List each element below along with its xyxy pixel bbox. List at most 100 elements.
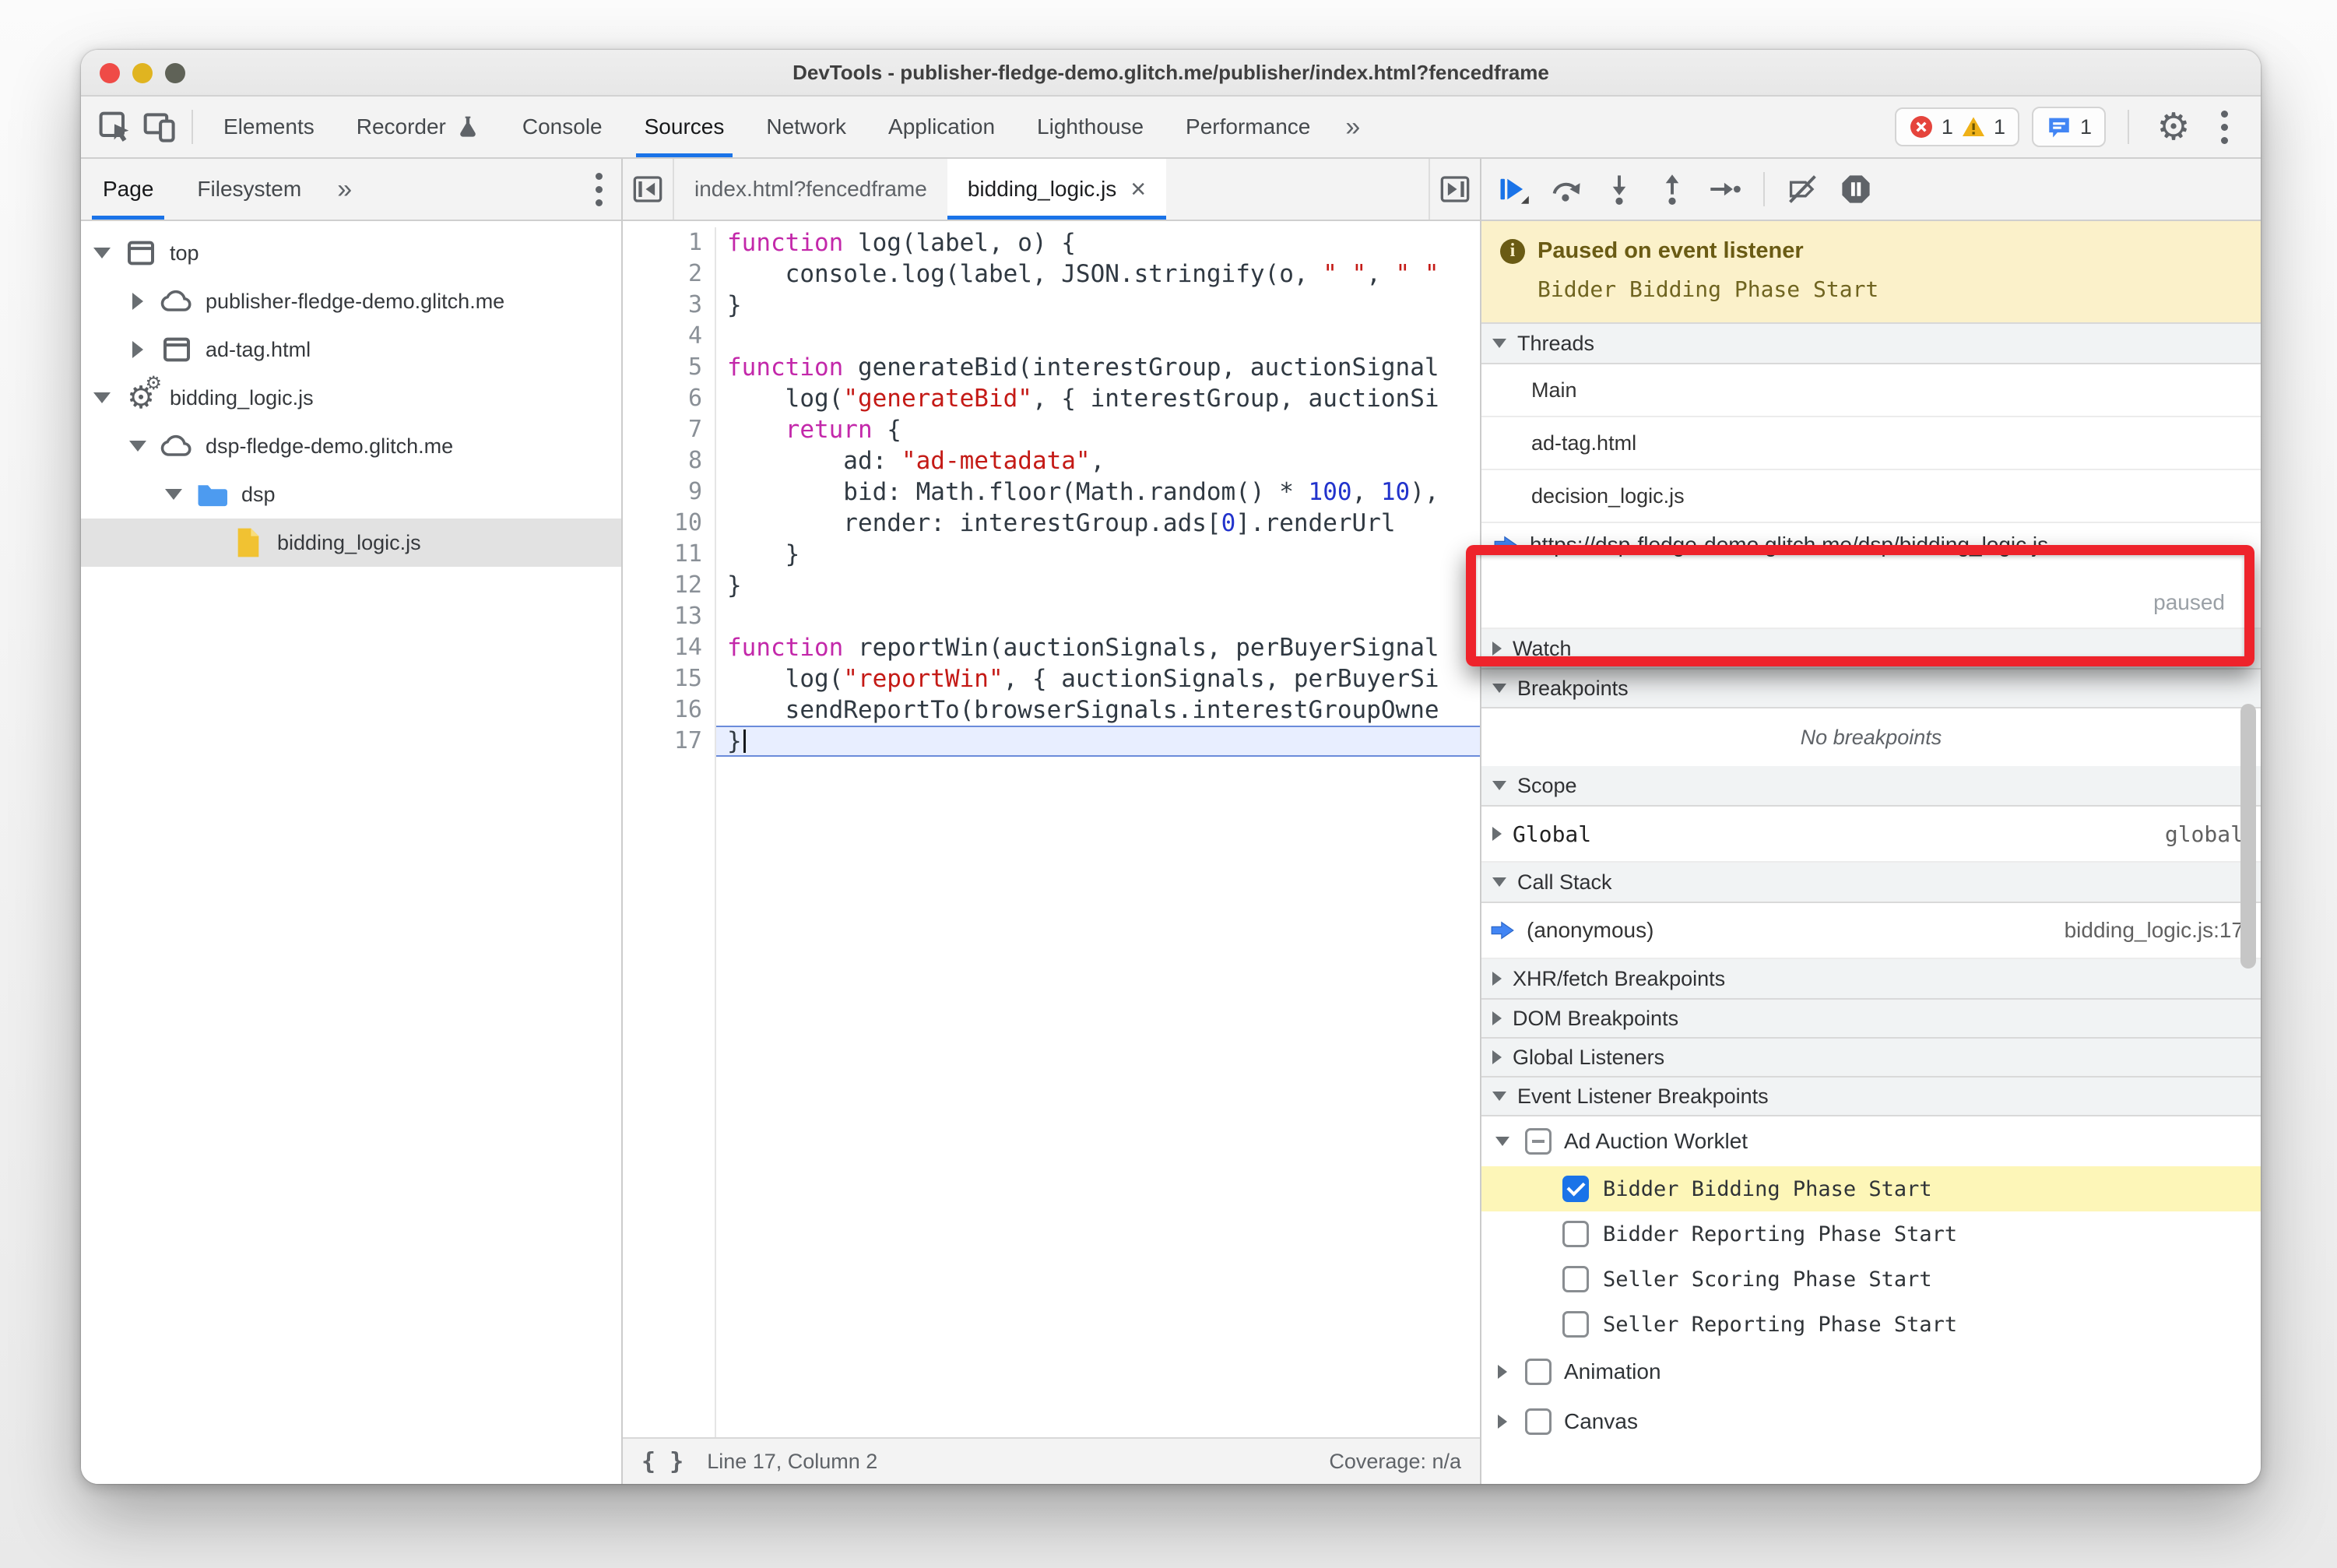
code-line[interactable]: console.log(label, JSON.stringify(o, " "… xyxy=(716,258,1480,290)
hide-navigator-icon[interactable] xyxy=(623,159,674,220)
show-more-tabs-icon[interactable] xyxy=(1429,159,1480,220)
section-global-listeners[interactable]: Global Listeners xyxy=(1481,1037,2261,1078)
thread-row-main[interactable]: Main xyxy=(1481,364,2261,417)
breakpoint-item-bidder-bidding-phase-start[interactable]: Bidder Bidding Phase Start xyxy=(1481,1166,2261,1211)
breakpoint-category-animation[interactable]: Animation xyxy=(1481,1347,2261,1397)
tree-item-dsp-fledge-demo-glitch-me[interactable]: dsp-fledge-demo.glitch.me xyxy=(81,422,621,470)
settings-gear-icon[interactable]: ⚙ xyxy=(2151,104,2196,149)
checkbox-indeterminate[interactable] xyxy=(1525,1128,1552,1155)
tree-item-top[interactable]: top xyxy=(81,229,621,277)
call-stack-frame-row[interactable]: (anonymous) bidding_logic.js:17 xyxy=(1481,903,2261,959)
tab-network[interactable]: Network xyxy=(745,97,867,157)
section-breakpoints[interactable]: Breakpoints xyxy=(1481,668,2261,708)
thread-row-ad-tag-html[interactable]: ad-tag.html xyxy=(1481,417,2261,470)
breakpoint-item-seller-reporting-phase-start[interactable]: Seller Reporting Phase Start xyxy=(1481,1302,2261,1347)
line-number[interactable]: 9 xyxy=(623,476,715,508)
code-line[interactable]: ad: "ad-metadata", xyxy=(716,445,1480,476)
line-number[interactable]: 6 xyxy=(623,383,715,414)
tab-performance[interactable]: Performance xyxy=(1165,97,1331,157)
code-line[interactable]: function reportWin(auctionSignals, perBu… xyxy=(716,632,1480,663)
inspect-element-icon[interactable] xyxy=(92,104,137,149)
step-into-icon[interactable] xyxy=(1595,165,1643,213)
line-number[interactable]: 10 xyxy=(623,508,715,539)
tab-lighthouse[interactable]: Lighthouse xyxy=(1016,97,1165,157)
line-number[interactable]: 14 xyxy=(623,632,715,663)
thread-row-paused[interactable]: https://dsp-fledge-demo.glitch.me/dsp/bi… xyxy=(1481,523,2261,629)
code-line[interactable]: log("reportWin", { auctionSignals, perBu… xyxy=(716,663,1480,694)
zoom-window-button[interactable] xyxy=(165,63,185,83)
chevron-down-icon[interactable] xyxy=(1492,1137,1513,1146)
code-line[interactable]: } xyxy=(716,539,1480,570)
chevron-right-icon[interactable] xyxy=(128,293,148,310)
more-navigator-tabs-chevron-icon[interactable]: » xyxy=(323,174,366,205)
checkbox-unchecked[interactable] xyxy=(1562,1266,1589,1292)
more-panels-chevron-icon[interactable]: » xyxy=(1331,112,1374,142)
minimize-window-button[interactable] xyxy=(132,63,153,83)
section-threads[interactable]: Threads xyxy=(1481,324,2261,364)
tab-page[interactable]: Page xyxy=(81,159,175,220)
checkbox-unchecked[interactable] xyxy=(1562,1221,1589,1247)
code-line[interactable]: } xyxy=(716,290,1480,321)
code-line[interactable]: log("generateBid", { interestGroup, auct… xyxy=(716,383,1480,414)
pretty-print-icon[interactable]: { } xyxy=(641,1448,684,1475)
section-watch[interactable]: Watch xyxy=(1481,629,2261,670)
more-menu-icon[interactable] xyxy=(2209,110,2240,144)
chevron-right-icon[interactable] xyxy=(1492,1365,1513,1379)
section-dom-breakpoints[interactable]: DOM Breakpoints xyxy=(1481,998,2261,1039)
tab-elements[interactable]: Elements xyxy=(202,97,336,157)
tab-filesystem[interactable]: Filesystem xyxy=(175,159,323,220)
step-icon[interactable] xyxy=(1701,165,1749,213)
line-number[interactable]: 4 xyxy=(623,321,715,352)
line-number[interactable]: 2 xyxy=(623,258,715,290)
line-number[interactable]: 13 xyxy=(623,601,715,632)
line-number[interactable]: 5 xyxy=(623,352,715,383)
breakpoint-item-seller-scoring-phase-start[interactable]: Seller Scoring Phase Start xyxy=(1481,1257,2261,1302)
section-event-listener-breakpoints[interactable]: Event Listener Breakpoints xyxy=(1481,1076,2261,1116)
chevron-down-icon[interactable] xyxy=(92,392,112,403)
code-line[interactable]: function generateBid(interestGroup, auct… xyxy=(716,352,1480,383)
code-line[interactable]: function log(label, o) { xyxy=(716,227,1480,258)
code-line[interactable]: sendReportTo(browserSignals.interestGrou… xyxy=(716,694,1480,726)
line-number[interactable]: 15 xyxy=(623,663,715,694)
line-number[interactable]: 12 xyxy=(623,570,715,601)
close-window-button[interactable] xyxy=(100,63,120,83)
code-line[interactable]: } xyxy=(716,570,1480,601)
resume-script-icon[interactable] xyxy=(1489,165,1538,213)
line-number[interactable]: 11 xyxy=(623,539,715,570)
code-editor[interactable]: 1 2 3 4 5 6 7 8 9 10 11 12 13 14 15 16 17 function log(l… xyxy=(623,221,1480,1437)
chevron-down-icon[interactable] xyxy=(163,489,184,500)
errors-warnings-badge[interactable]: 1 1 xyxy=(1894,107,2019,146)
tree-item-ad-tag-html[interactable]: ad-tag.html xyxy=(81,325,621,374)
checkbox-unchecked[interactable] xyxy=(1525,1408,1552,1435)
tree-item-bidding-logic-js[interactable]: ⚙ ⚙ bidding_logic.js xyxy=(81,374,621,422)
line-number[interactable]: 7 xyxy=(623,414,715,445)
tree-item-publisher-fledge-demo-glitch-me[interactable]: publisher-fledge-demo.glitch.me xyxy=(81,277,621,325)
chevron-right-icon[interactable] xyxy=(128,341,148,358)
line-number[interactable]: 8 xyxy=(623,445,715,476)
navigator-more-menu-icon[interactable] xyxy=(583,172,621,206)
tab-recorder[interactable]: Recorder xyxy=(336,97,501,157)
line-number[interactable]: 1 xyxy=(623,227,715,258)
deactivate-breakpoints-icon[interactable] xyxy=(1779,165,1827,213)
code-line[interactable] xyxy=(716,321,1480,352)
checkbox-unchecked[interactable] xyxy=(1562,1311,1589,1338)
thread-row-decision-logic-js[interactable]: decision_logic.js xyxy=(1481,470,2261,523)
editor-tab-bidding-logic-js[interactable]: bidding_logic.js × xyxy=(947,159,1167,220)
breakpoint-item-bidder-reporting-phase-start[interactable]: Bidder Reporting Phase Start xyxy=(1481,1211,2261,1257)
code-line[interactable]: bid: Math.floor(Math.random() * 100, 10)… xyxy=(716,476,1480,508)
line-number[interactable]: 17 xyxy=(623,726,715,757)
tab-console[interactable]: Console xyxy=(501,97,624,157)
code-line[interactable]: return { xyxy=(716,414,1480,445)
tree-item-bidding-logic-js[interactable]: bidding_logic.js xyxy=(81,519,621,567)
breakpoint-category-canvas[interactable]: Canvas xyxy=(1481,1397,2261,1447)
issues-badge[interactable]: 1 xyxy=(2031,107,2106,147)
editor-tab-index-html-fencedframe[interactable]: index.html?fencedframe xyxy=(674,159,947,220)
code-lines[interactable]: function log(label, o) { console.log(lab… xyxy=(716,227,1480,1437)
tree-item-dsp[interactable]: dsp xyxy=(81,470,621,519)
step-out-icon[interactable] xyxy=(1648,165,1696,213)
tab-sources[interactable]: Sources xyxy=(624,97,746,157)
code-line[interactable]: render: interestGroup.ads[0].renderUrl xyxy=(716,508,1480,539)
pause-on-exceptions-icon[interactable] xyxy=(1832,165,1880,213)
section-call-stack[interactable]: Call Stack xyxy=(1481,863,2261,903)
chevron-down-icon[interactable] xyxy=(128,441,148,452)
